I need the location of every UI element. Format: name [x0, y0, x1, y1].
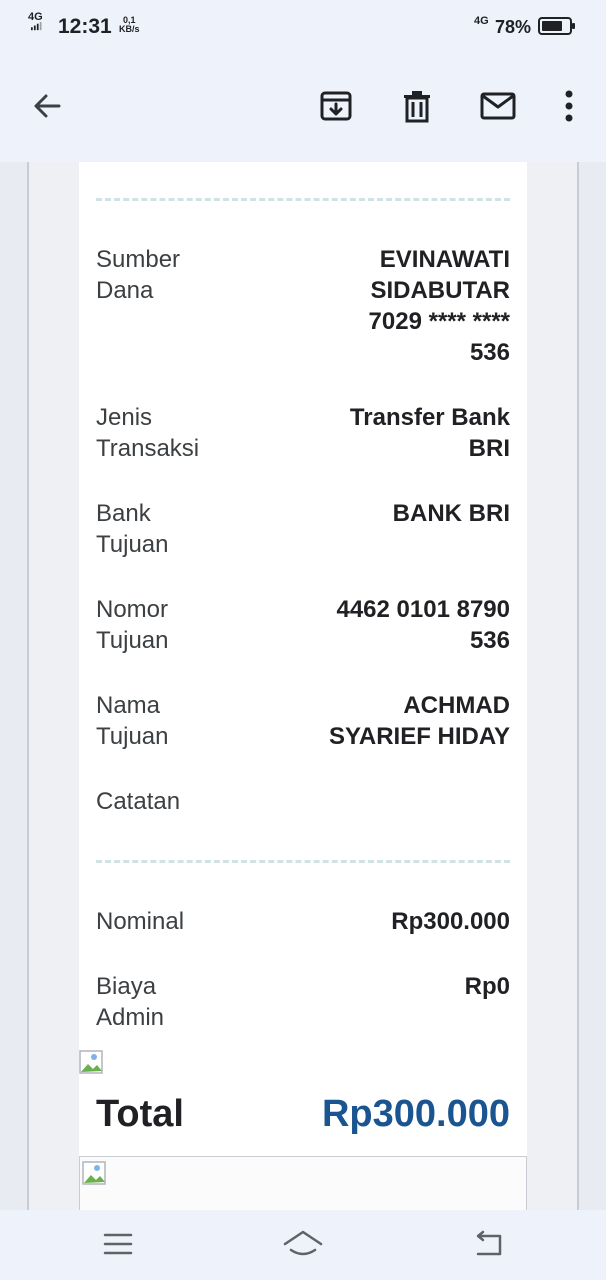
divider-middle — [96, 860, 510, 863]
value-line: ACHMAD — [403, 692, 510, 719]
label-line: Nominal — [96, 908, 185, 935]
label-line: Dana — [96, 277, 154, 304]
row-nama-tujuan: Nama Tujuan ACHMAD SYARIEF HIDAY — [96, 690, 510, 752]
row-catatan: Catatan — [96, 786, 510, 817]
label-line: Bank — [96, 500, 151, 527]
row-label: Sumber Dana — [96, 244, 226, 306]
value-line: 7029 **** **** — [368, 308, 510, 335]
row-value: EVINAWATI SIDABUTAR 7029 **** **** 536 — [250, 244, 510, 368]
row-biaya-admin: Biaya Admin Rp0 — [96, 971, 510, 1033]
row-nomor-tujuan: Nomor Tujuan 4462 0101 8790 536 — [96, 594, 510, 656]
app-toolbar — [0, 56, 606, 162]
back-arrow-icon — [34, 94, 61, 118]
archive-icon — [320, 91, 352, 121]
row-value: BANK BRI — [250, 498, 510, 529]
battery-percent: 78% — [495, 17, 532, 37]
home-button[interactable] — [281, 1224, 325, 1264]
row-value: Rp300.000 — [250, 906, 510, 937]
label-line: Tujuan — [96, 723, 169, 750]
row-jenis-transaksi: Jenis Transaksi Transfer Bank BRI — [96, 402, 510, 464]
mail-button[interactable] — [472, 80, 524, 132]
status-bar: 4G 12:31 0,1 KB/s 4G 78% — [0, 0, 606, 56]
right-gutter — [527, 162, 577, 1210]
row-label: Jenis Transaksi — [96, 402, 226, 464]
recent-apps-button[interactable] — [96, 1224, 140, 1264]
row-label: Biaya Admin — [96, 971, 226, 1033]
row-value: ACHMAD SYARIEF HIDAY — [250, 690, 510, 752]
speed-unit: KB/s — [119, 24, 140, 34]
label-line: Transaksi — [96, 435, 200, 462]
value-line: SYARIEF HIDAY — [329, 723, 510, 750]
value-line: Transfer Bank — [349, 404, 510, 431]
email-body[interactable]: Sumber Dana EVINAWATI SIDABUTAR 7029 ***… — [0, 162, 606, 1210]
label-line: Catatan — [96, 788, 181, 815]
broken-image-icon — [82, 1161, 106, 1185]
total-value: Rp300.000 — [321, 1093, 510, 1135]
label-line: Admin — [96, 1004, 165, 1031]
label-line: Jenis — [96, 404, 153, 431]
network-type-right: 4G — [474, 15, 489, 27]
value-line: Rp300.000 — [391, 908, 510, 935]
label-line: Nomor — [96, 596, 169, 623]
more-vert-icon — [565, 90, 573, 122]
label-line: Tujuan — [96, 531, 169, 558]
right-border — [577, 162, 579, 1210]
more-options-button[interactable] — [543, 80, 595, 132]
battery-icon — [538, 17, 575, 35]
value-line: SIDABUTAR — [370, 277, 510, 304]
label-line: Biaya — [96, 973, 157, 1000]
row-label: Nomor Tujuan — [96, 594, 226, 656]
total-label: Total — [96, 1093, 184, 1135]
clock: 12:31 — [58, 15, 112, 38]
value-line: 536 — [469, 627, 510, 654]
row-label: Nominal — [96, 906, 226, 937]
signal-icon — [31, 22, 42, 31]
left-border — [27, 162, 29, 1210]
row-label: Nama Tujuan — [96, 690, 226, 752]
broken-image-icon — [79, 1050, 103, 1074]
value-line: Rp0 — [464, 973, 510, 1000]
row-sumber-dana: Sumber Dana EVINAWATI SIDABUTAR 7029 ***… — [96, 244, 510, 368]
row-total: Total Rp300.000 — [96, 1092, 510, 1136]
back-button[interactable] — [21, 80, 73, 132]
network-speed: 0,1 KB/s — [119, 16, 140, 34]
value-line: EVINAWATI — [379, 246, 510, 273]
value-line: 4462 0101 8790 — [336, 596, 510, 623]
row-value: Transfer Bank BRI — [250, 402, 510, 464]
divider-top — [96, 198, 510, 201]
receipt-card: Sumber Dana EVINAWATI SIDABUTAR 7029 ***… — [79, 162, 527, 1210]
system-nav-bar — [0, 1210, 606, 1280]
row-bank-tujuan: Bank Tujuan BANK BRI — [96, 498, 510, 560]
value-line: 536 — [469, 339, 510, 366]
back-nav-button[interactable] — [466, 1224, 510, 1264]
label-line: Tujuan — [96, 627, 169, 654]
label-line: Sumber — [96, 246, 181, 273]
footer-image-box — [79, 1156, 527, 1210]
left-gutter — [29, 162, 79, 1210]
row-nominal: Nominal Rp300.000 — [96, 906, 510, 937]
row-value: Rp0 — [250, 971, 510, 1002]
home-icon — [283, 1230, 323, 1256]
row-label: Bank Tujuan — [96, 498, 226, 560]
back-icon — [476, 1230, 502, 1256]
menu-icon — [103, 1233, 133, 1255]
mail-icon — [480, 92, 516, 120]
archive-button[interactable] — [310, 80, 362, 132]
label-line: Nama — [96, 692, 161, 719]
delete-icon — [404, 91, 430, 123]
row-value: 4462 0101 8790 536 — [250, 594, 510, 656]
value-line: BANK BRI — [392, 500, 510, 527]
delete-button[interactable] — [391, 80, 443, 132]
row-label: Catatan — [96, 786, 226, 817]
value-line: BRI — [468, 435, 510, 462]
